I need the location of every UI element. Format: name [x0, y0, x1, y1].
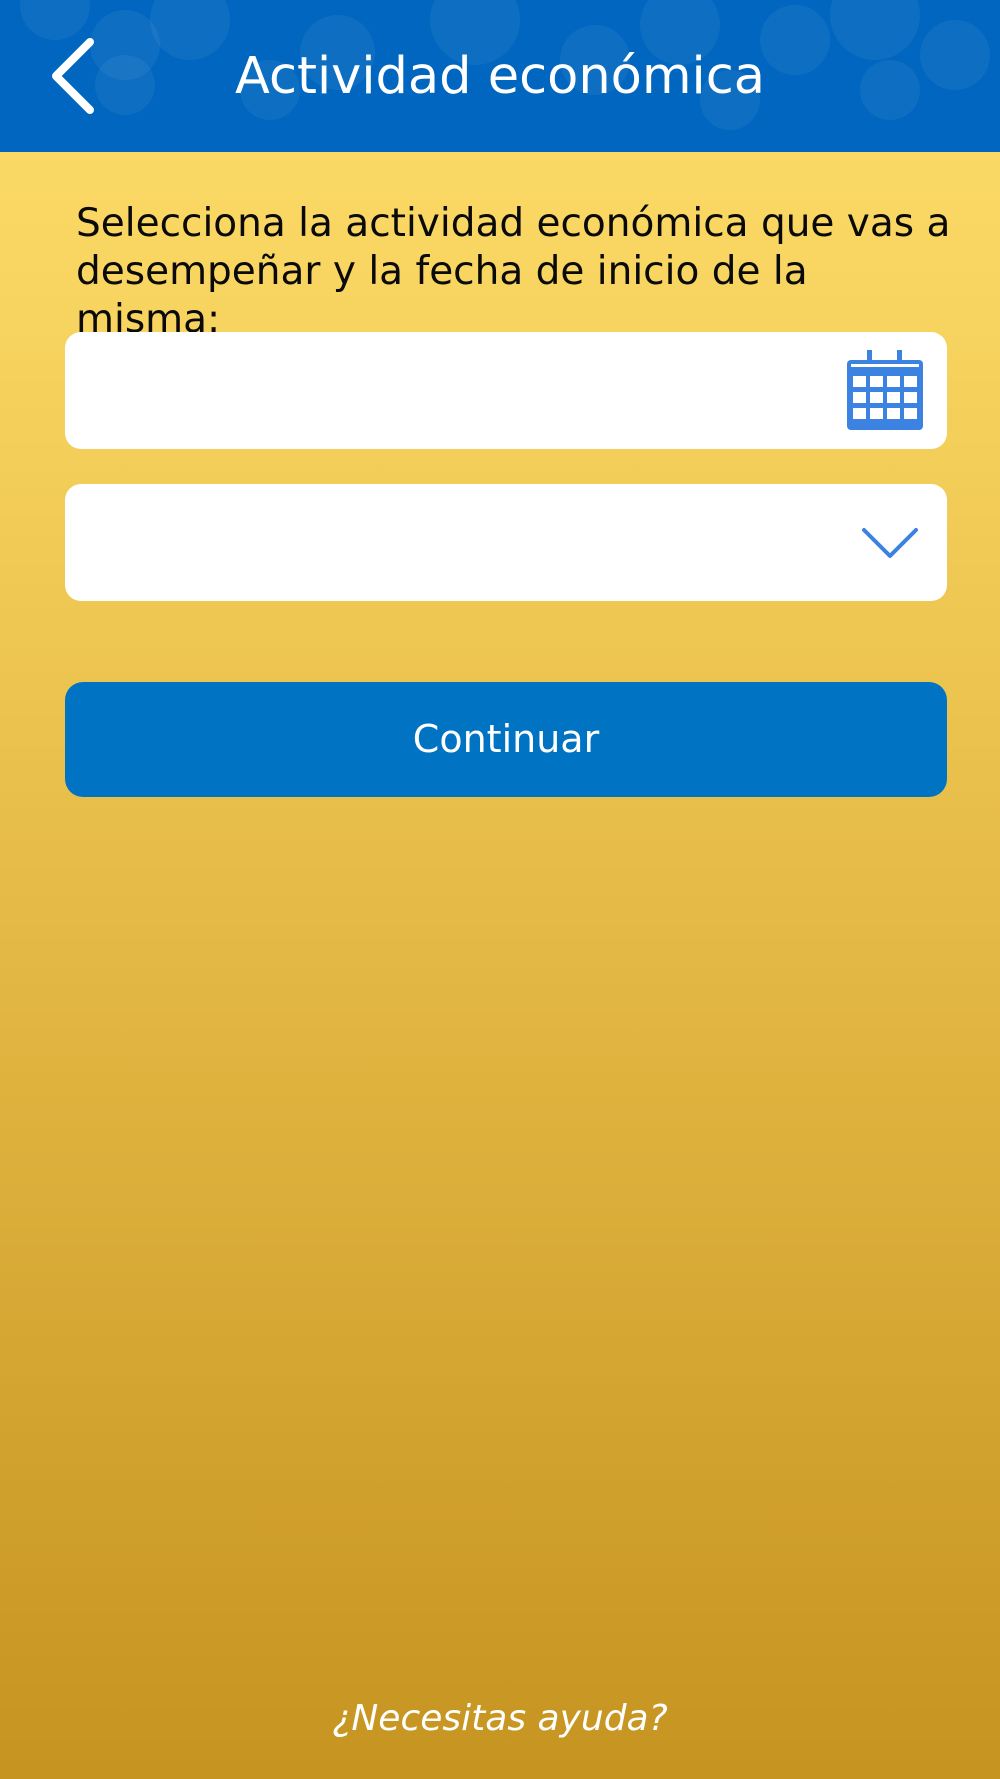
app-header: Actividad económica	[0, 0, 1000, 152]
chevron-down-icon[interactable]	[861, 520, 919, 566]
activity-select[interactable]	[65, 484, 947, 601]
continue-button[interactable]: Continuar	[65, 682, 947, 797]
calendar-icon[interactable]	[845, 350, 925, 432]
page-title: Actividad económica	[234, 47, 766, 106]
instructions-text: Selecciona la actividad económica que va…	[76, 201, 951, 342]
help-link[interactable]: ¿Necesitas ayuda?	[0, 1698, 1000, 1739]
start-date-field[interactable]	[65, 332, 947, 449]
